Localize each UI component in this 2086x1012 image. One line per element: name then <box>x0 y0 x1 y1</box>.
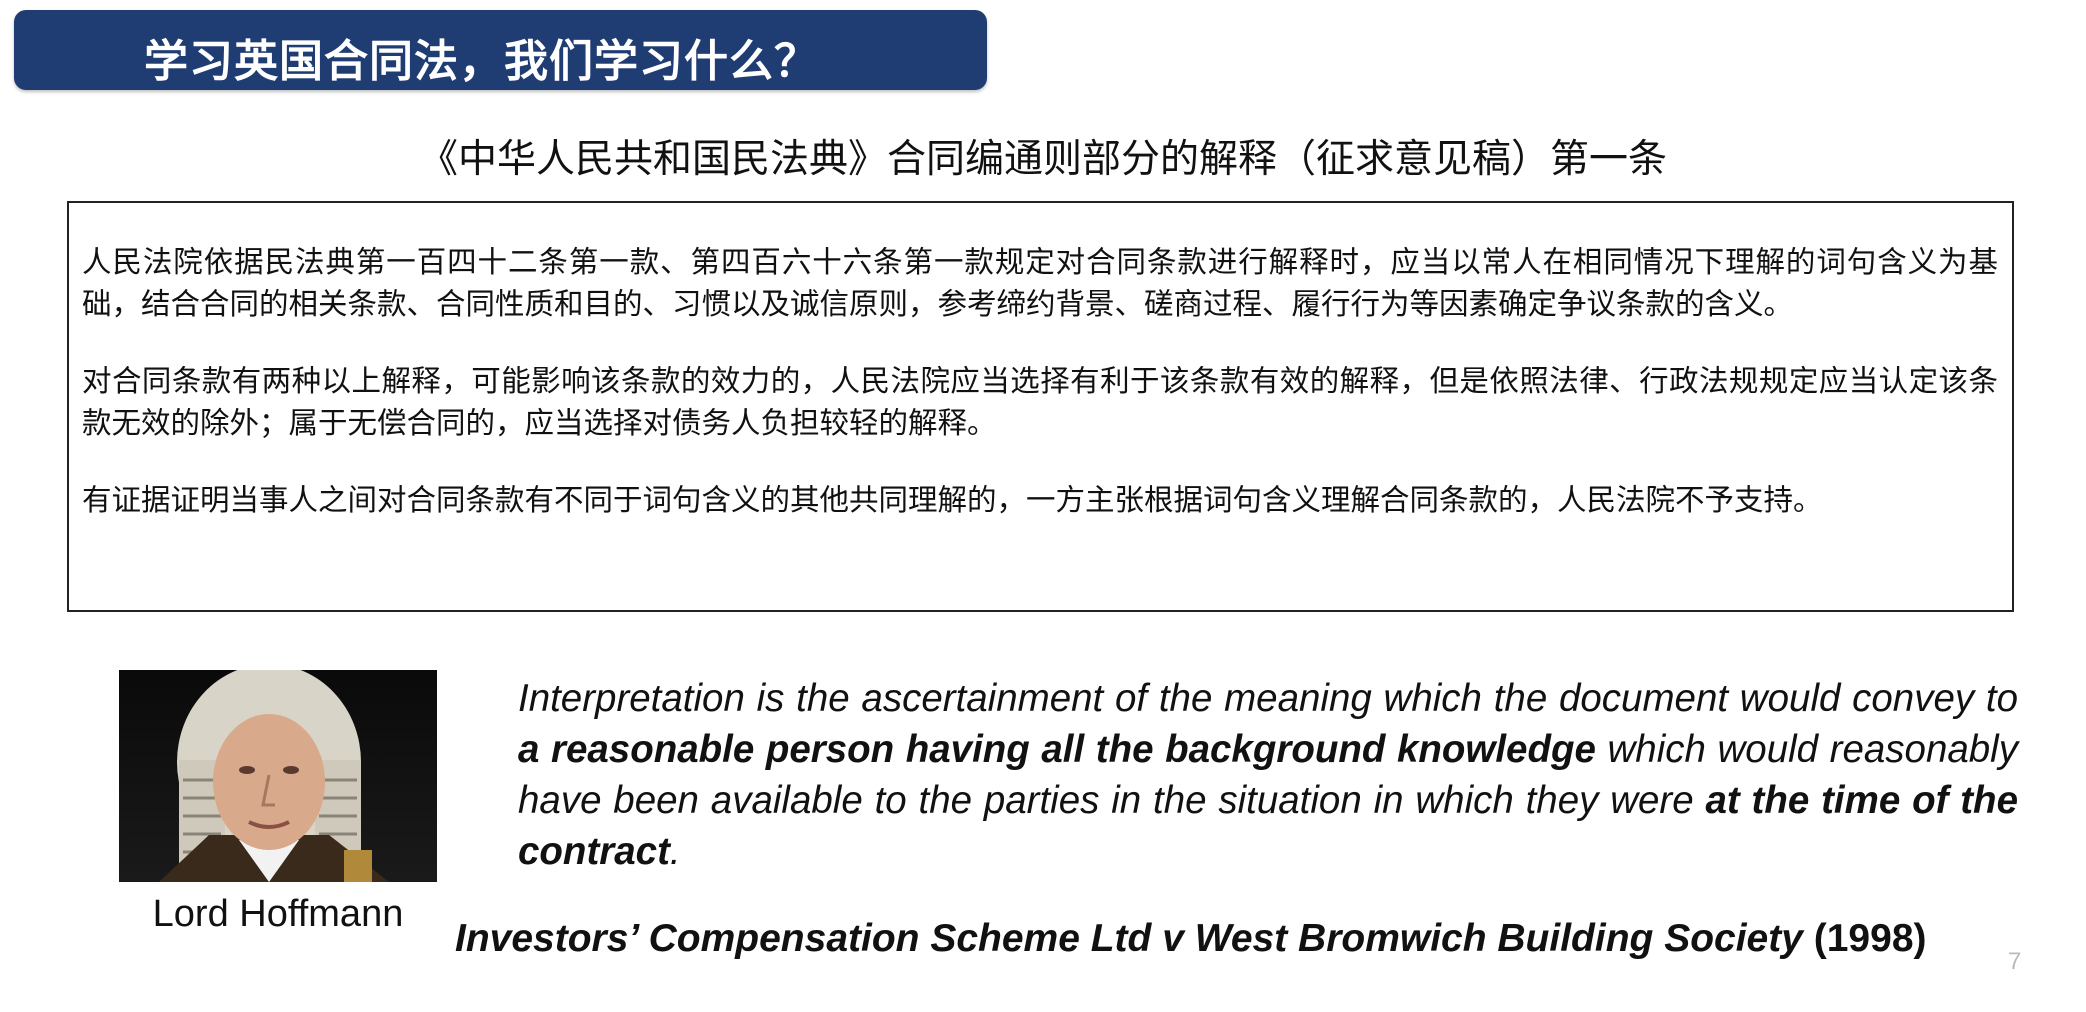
article-text-box: 人民法院依据民法典第一百四十二条第一款、第四百六十六条第一款规定对合同条款进行解… <box>67 201 2014 612</box>
quote-text-3: . <box>669 830 681 873</box>
hoffmann-quote: Interpretation is the ascertainment of t… <box>518 673 2018 877</box>
lord-hoffmann-portrait <box>119 670 437 882</box>
case-name: Investors’ Compensation Scheme Ltd v Wes… <box>455 917 1803 960</box>
slide-title: 学习英国合同法，我们学习什么？ <box>144 36 819 87</box>
quote-emphasis-reasonable-person: a reasonable person having all the backg… <box>518 728 1596 771</box>
article-paragraph-1: 人民法院依据民法典第一百四十二条第一款、第四百六十六条第一款规定对合同条款进行解… <box>82 245 1998 321</box>
article-paragraph-3: 有证据证明当事人之间对合同条款有不同于词句含义的其他共同理解的，一方主张根据词句… <box>82 483 1823 517</box>
article-paragraph-2: 对合同条款有两种以上解释，可能影响该条款的效力的，人民法院应当选择有利于该条款有… <box>82 364 1998 440</box>
slide-page-number: 7 <box>2008 948 2022 975</box>
case-year: (1998) <box>1802 917 1927 960</box>
title-banner: 学习英国合同法，我们学习什么？ <box>14 10 987 90</box>
portrait-caption: Lord Hoffmann <box>152 893 404 935</box>
article-heading: 《中华人民共和国民法典》合同编通则部分的解释（征求意见稿）第一条 <box>418 137 1667 182</box>
quote-text-1: Interpretation is the ascertainment of t… <box>518 677 2018 720</box>
case-citation: Investors’ Compensation Scheme Ltd v Wes… <box>455 917 1927 961</box>
